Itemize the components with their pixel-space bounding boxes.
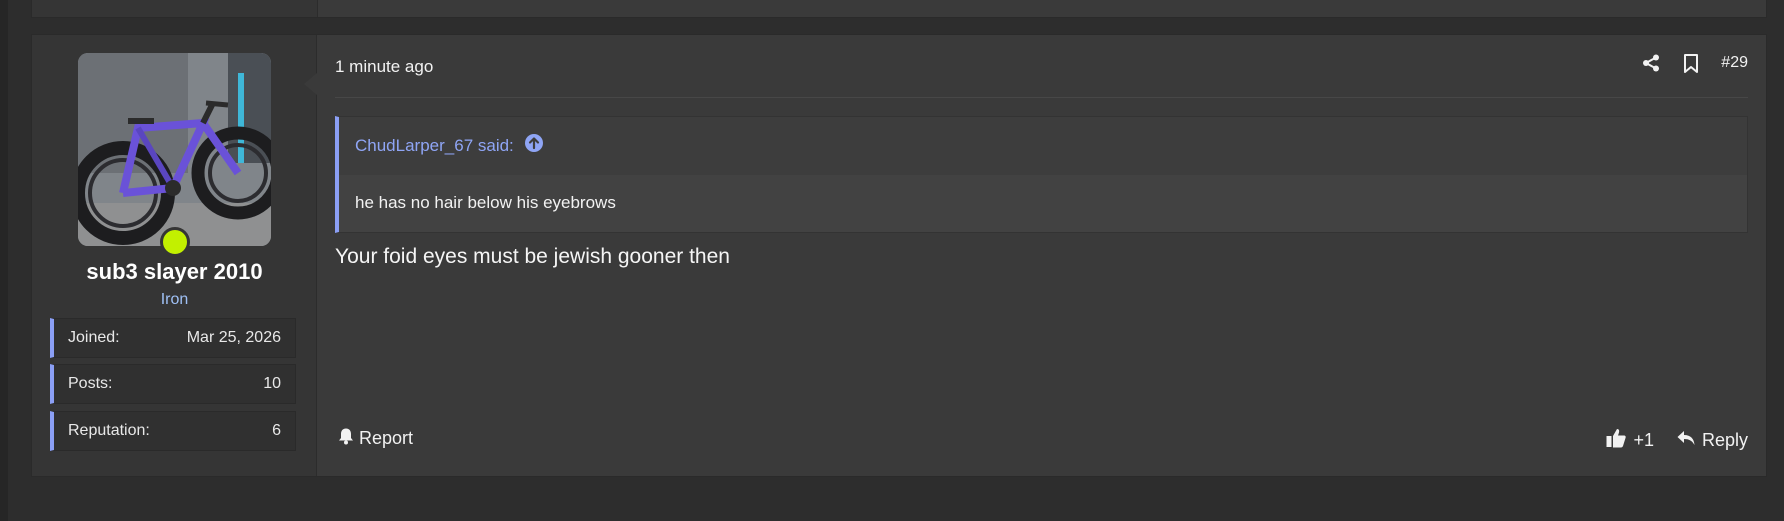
quote-attribution[interactable]: ChudLarper_67 said:: [355, 133, 544, 158]
quote-text: he has no hair below his eyebrows: [339, 175, 1747, 232]
left-edge-strip: [0, 0, 8, 521]
stat-value: Mar 25, 2026: [186, 329, 281, 346]
header-divider: [335, 97, 1748, 98]
user-info-column: sub3 slayer 2010 Iron Joined: Mar 25, 20…: [32, 35, 317, 476]
like-count: +1: [1633, 430, 1654, 450]
avatar-bicycle-image: [78, 53, 271, 246]
user-rank-title: Iron: [160, 291, 189, 308]
post-number-link[interactable]: #29: [1721, 54, 1748, 72]
stat-reputation: Reputation: 6: [50, 411, 296, 451]
reply-label: Reply: [1701, 430, 1748, 450]
stat-value: 6: [272, 422, 281, 439]
post-footer-actions: +1 Reply: [1605, 427, 1748, 454]
online-status-indicator: [160, 227, 190, 257]
previous-post-user-column: [32, 0, 318, 17]
like-button[interactable]: +1: [1605, 427, 1654, 454]
previous-post-bottom: [31, 0, 1767, 18]
page-bottom-area: [0, 477, 1784, 521]
share-icon[interactable]: [1641, 53, 1661, 73]
reply-icon: [1676, 429, 1696, 452]
report-label: Report: [359, 428, 414, 448]
stat-label: Posts:: [68, 375, 113, 392]
bell-icon: [337, 427, 355, 450]
username[interactable]: sub3 slayer 2010: [32, 259, 317, 285]
stat-value: 10: [263, 375, 281, 392]
thumbs-up-icon: [1605, 427, 1627, 454]
quote-author-link[interactable]: ChudLarper_67 said:: [355, 136, 514, 156]
stat-posts: Posts: 10: [50, 364, 296, 404]
stat-joined: Joined: Mar 25, 2026: [50, 318, 296, 358]
stat-label: Reputation:: [68, 422, 150, 439]
post-header-actions: #29: [1641, 53, 1748, 73]
arrow-up-circle-icon[interactable]: [524, 133, 544, 158]
quote-block: ChudLarper_67 said: he has no hair below…: [335, 116, 1748, 233]
bookmark-icon[interactable]: [1681, 53, 1701, 73]
stat-label: Joined:: [68, 329, 120, 346]
avatar[interactable]: [78, 53, 271, 246]
message-pointer-arrow: [304, 73, 317, 95]
post-message: Your foid eyes must be jewish gooner the…: [335, 245, 730, 268]
report-button[interactable]: Report: [337, 427, 413, 450]
reply-button[interactable]: Reply: [1676, 429, 1748, 452]
post-content: 1 minute ago #29 ChudLarper_67 said: he …: [317, 35, 1766, 476]
post-timestamp[interactable]: 1 minute ago: [335, 57, 433, 77]
forum-post: sub3 slayer 2010 Iron Joined: Mar 25, 20…: [31, 34, 1767, 477]
